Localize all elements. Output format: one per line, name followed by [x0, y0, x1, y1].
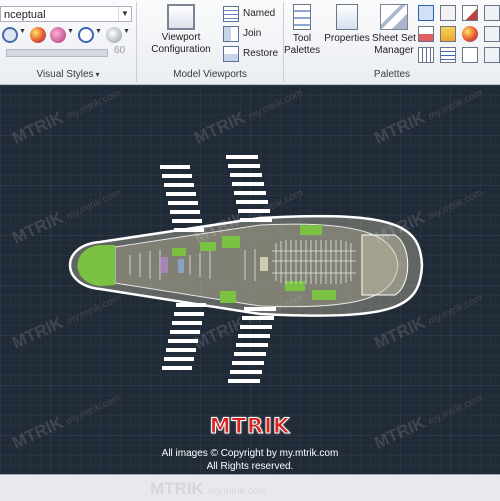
sphere-color-icon[interactable]: [30, 27, 46, 43]
dbconnect-icon[interactable]: [440, 5, 456, 21]
panel-expand-icon[interactable]: ▾: [96, 70, 100, 79]
design-center-icon[interactable]: [418, 5, 434, 21]
named-viewports-icon: [223, 6, 239, 22]
rights-line: All Rights reserved.: [206, 461, 294, 472]
restore-viewports-icon: [223, 46, 239, 62]
visual-style-dropdown[interactable]: nceptual ▼: [0, 6, 132, 22]
restore-label: Restore: [243, 48, 279, 59]
restore-viewports-button[interactable]: Restore: [223, 46, 283, 62]
chevron-down-icon[interactable]: ▼: [118, 7, 131, 21]
panel-title-label: Visual Styles: [36, 69, 94, 80]
tool-palettes-icon: [293, 4, 311, 30]
visual-style-value: nceptual: [4, 9, 46, 21]
room-block: [178, 259, 184, 273]
palettes-panel: Tool Palettes Properties Sheet Set Manag…: [284, 0, 500, 84]
ball-icon[interactable]: [462, 26, 478, 42]
green-zone: [172, 248, 186, 256]
green-zone: [312, 290, 336, 300]
green-zone: [220, 291, 236, 303]
sheet-set-icon: [380, 4, 408, 30]
room-block: [160, 257, 168, 273]
palettes-panel-title: Palettes: [373, 69, 411, 80]
overflow-icon[interactable]: [484, 5, 500, 21]
magnifier-light-icon[interactable]: [78, 27, 94, 43]
overflow-icon[interactable]: [484, 47, 500, 63]
dropdown-arrow-icon[interactable]: ▼: [123, 28, 131, 44]
visual-styles-panel: nceptual ▼ ▼ ▼ ▼ ▼ 60 Visual Styles ▾: [0, 0, 136, 84]
tool-palettes-button[interactable]: Tool Palettes: [284, 4, 320, 57]
opacity-slider[interactable]: [6, 49, 108, 57]
dropdown-arrow-icon[interactable]: ▼: [95, 28, 103, 44]
named-label: Named: [243, 8, 276, 19]
logo-container: MTRIK: [0, 414, 500, 439]
dock-stripes-upper-right: [226, 155, 272, 222]
green-zone: [300, 225, 322, 235]
dock-stripes-lower-right: [228, 307, 276, 383]
join-label: Join: [243, 28, 262, 39]
dock-stripes-lower-left: [162, 303, 206, 370]
watermark: MTRIKmy.mtrik.com: [150, 479, 267, 498]
quickcalc-icon[interactable]: [418, 47, 434, 63]
viewport-config-label-2: Configuration: [151, 44, 211, 55]
ribbon: nceptual ▼ ▼ ▼ ▼ ▼ 60 Visual Styles ▾ Vie…: [0, 0, 500, 85]
dropdown-arrow-icon[interactable]: ▼: [19, 28, 27, 44]
edit-icon[interactable]: [462, 5, 478, 21]
visual-styles-panel-title[interactable]: Visual Styles ▾: [0, 68, 136, 82]
sheet-set-label-2: Manager: [374, 45, 414, 56]
room-block: [260, 257, 268, 271]
layer-icon[interactable]: [440, 26, 456, 42]
overflow-icon[interactable]: [484, 26, 500, 42]
markup-icon[interactable]: [418, 26, 434, 42]
tool-palettes-label-2: Palettes: [284, 45, 321, 56]
status-bar: MTRIK my.mtrik.com: [0, 474, 500, 501]
sheet-set-manager-button[interactable]: Sheet Set Manager: [372, 4, 416, 57]
green-zone: [222, 236, 240, 248]
dock-stripes-upper-left: [160, 165, 204, 232]
properties-icon: [336, 4, 358, 30]
copyright-line: All images © Copyright by my.mtrik.com: [161, 448, 339, 459]
viewport-configuration-button[interactable]: Viewport Configuration: [141, 4, 221, 56]
external-refs-icon[interactable]: [440, 47, 456, 63]
slider-value: 60: [114, 45, 126, 56]
viewport-config-label-1: Viewport: [161, 32, 201, 43]
shade-mode-icon[interactable]: [2, 27, 18, 43]
model-viewports-panel-title: Model Viewports: [173, 69, 247, 80]
mtrik-logo: MTRIK: [209, 414, 291, 439]
green-zone: [200, 242, 216, 251]
viewport-icon: [167, 4, 195, 30]
bow-structure: [361, 234, 409, 296]
globe-icon[interactable]: [106, 27, 122, 43]
link-icon[interactable]: [462, 47, 478, 63]
properties-button[interactable]: Properties: [322, 4, 372, 45]
tool-palettes-label-1: Tool: [292, 33, 312, 44]
join-viewports-button[interactable]: Join: [223, 26, 283, 42]
sheet-set-label-1: Sheet Set: [372, 33, 416, 44]
named-viewports-button[interactable]: Named: [223, 6, 283, 22]
material-icon[interactable]: [50, 27, 66, 43]
properties-label: Properties: [324, 33, 370, 44]
model-viewports-panel: Viewport Configuration Named Join Restor…: [137, 0, 283, 84]
green-zone: [285, 281, 305, 291]
join-viewports-icon: [223, 26, 239, 42]
dropdown-arrow-icon[interactable]: ▼: [67, 28, 75, 44]
